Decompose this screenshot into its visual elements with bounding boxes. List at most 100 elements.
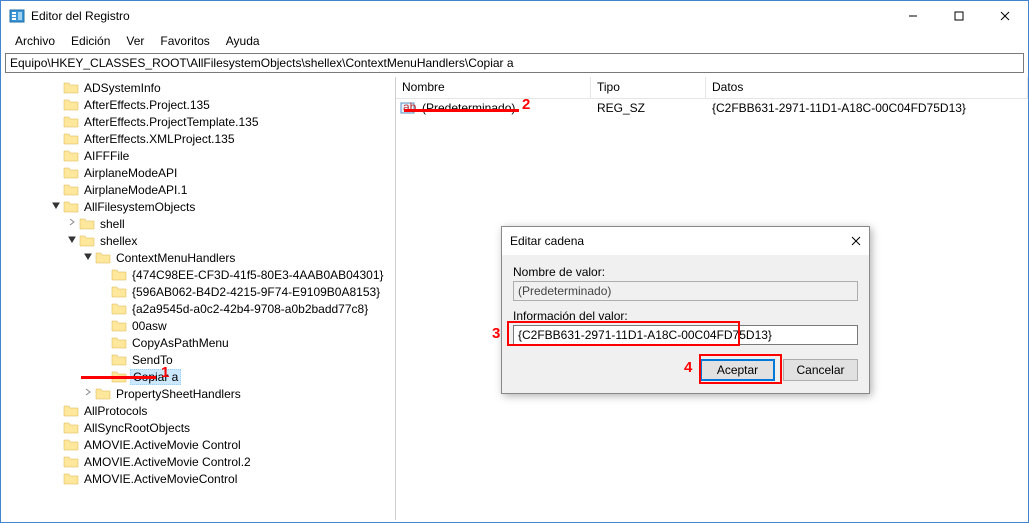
- tree-label: {474C98EE-CF3D-41f5-80E3-4AAB0AB04301}: [130, 268, 386, 282]
- folder-icon: [63, 404, 79, 418]
- dialog-title: Editar cadena: [510, 234, 831, 248]
- tree-item[interactable]: AfterEffects.ProjectTemplate.135: [1, 113, 395, 130]
- svg-text:ab: ab: [403, 101, 416, 114]
- close-button[interactable]: [982, 1, 1028, 31]
- value-name-label: Nombre de valor:: [513, 265, 858, 279]
- expand-icon[interactable]: [81, 387, 95, 400]
- folder-icon: [111, 268, 127, 282]
- annotation-box-4: [699, 354, 782, 384]
- value-name-field: [513, 281, 858, 301]
- tree-label: AllSyncRootObjects: [82, 421, 192, 435]
- tree-item[interactable]: PropertySheetHandlers: [1, 385, 395, 402]
- tree-label: AIFFFile: [82, 149, 131, 163]
- folder-icon: [79, 217, 95, 231]
- folder-icon: [111, 319, 127, 333]
- annotation-underline-1: [81, 376, 156, 379]
- tree-item[interactable]: shell: [1, 215, 395, 232]
- expand-icon[interactable]: [65, 217, 79, 230]
- tree-label: AfterEffects.Project.135: [82, 98, 212, 112]
- dialog-close-icon[interactable]: [831, 233, 861, 249]
- cancel-button[interactable]: Cancelar: [783, 359, 858, 381]
- tree-item[interactable]: {596AB062-B4D2-4215-9F74-E9109B0A8153}: [1, 283, 395, 300]
- tree-label: shellex: [98, 234, 139, 248]
- tree-item[interactable]: AfterEffects.Project.135: [1, 96, 395, 113]
- col-name[interactable]: Nombre: [396, 77, 591, 98]
- tree-label: AllProtocols: [82, 404, 149, 418]
- tree-label: {596AB062-B4D2-4215-9F74-E9109B0A8153}: [130, 285, 382, 299]
- folder-icon: [63, 81, 79, 95]
- folder-icon: [111, 285, 127, 299]
- tree-label: CopyAsPathMenu: [130, 336, 231, 350]
- folder-icon: [79, 234, 95, 248]
- tree-item[interactable]: AllProtocols: [1, 402, 395, 419]
- expand-icon[interactable]: [49, 200, 63, 213]
- tree-item[interactable]: SendTo: [1, 351, 395, 368]
- col-type[interactable]: Tipo: [591, 77, 706, 98]
- minimize-button[interactable]: [890, 1, 936, 31]
- annotation-underline-2: [404, 109, 519, 112]
- tree-label: ADSystemInfo: [82, 81, 163, 95]
- folder-icon: [63, 438, 79, 452]
- annotation-1: 1: [161, 364, 169, 381]
- tree-label: AMOVIE.ActiveMovie Control: [82, 438, 243, 452]
- tree-item[interactable]: AMOVIE.ActiveMovie Control.2: [1, 453, 395, 470]
- col-data[interactable]: Datos: [706, 77, 1028, 98]
- folder-icon: [63, 149, 79, 163]
- folder-icon: [95, 251, 111, 265]
- tree-label: PropertySheetHandlers: [114, 387, 243, 401]
- regedit-icon: [9, 8, 25, 24]
- tree-item[interactable]: ContextMenuHandlers: [1, 249, 395, 266]
- tree-item[interactable]: AfterEffects.XMLProject.135: [1, 130, 395, 147]
- tree-item[interactable]: {a2a9545d-a0c2-42b4-9708-a0b2badd77c8}: [1, 300, 395, 317]
- tree-item[interactable]: AirplaneModeAPI: [1, 164, 395, 181]
- tree-label: 00asw: [130, 319, 169, 333]
- folder-icon: [63, 183, 79, 197]
- tree-item[interactable]: AllFilesystemObjects: [1, 198, 395, 215]
- expand-icon[interactable]: [65, 234, 79, 247]
- address-bar[interactable]: Equipo\HKEY_CLASSES_ROOT\AllFilesystemOb…: [5, 53, 1024, 73]
- tree-label: AfterEffects.XMLProject.135: [82, 132, 237, 146]
- annotation-box-3: [507, 321, 740, 346]
- window-title: Editor del Registro: [31, 9, 890, 23]
- tree-item[interactable]: CopyAsPathMenu: [1, 334, 395, 351]
- tree-item[interactable]: AIFFFile: [1, 147, 395, 164]
- menu-ver[interactable]: Ver: [118, 32, 152, 50]
- annotation-2: 2: [522, 96, 530, 113]
- tree-item[interactable]: ADSystemInfo: [1, 79, 395, 96]
- titlebar: Editor del Registro: [1, 1, 1028, 31]
- menu-ayuda[interactable]: Ayuda: [218, 32, 268, 50]
- tree-label: {a2a9545d-a0c2-42b4-9708-a0b2badd77c8}: [130, 302, 370, 316]
- tree-item[interactable]: AMOVIE.ActiveMovieControl: [1, 470, 395, 487]
- tree-item[interactable]: {474C98EE-CF3D-41f5-80E3-4AAB0AB04301}: [1, 266, 395, 283]
- menubar: Archivo Edición Ver Favoritos Ayuda: [1, 31, 1028, 51]
- maximize-button[interactable]: [936, 1, 982, 31]
- folder-icon: [111, 302, 127, 316]
- tree-item[interactable]: AMOVIE.ActiveMovie Control: [1, 436, 395, 453]
- menu-favoritos[interactable]: Favoritos: [152, 32, 217, 50]
- tree-pane[interactable]: ADSystemInfo AfterEffects.Project.135 Afte…: [1, 77, 396, 520]
- tree-label: AirplaneModeAPI: [82, 166, 179, 180]
- tree-label: AMOVIE.ActiveMovieControl: [82, 472, 239, 486]
- row-name: (Predeterminado): [416, 101, 591, 115]
- annotation-4: 4: [684, 359, 692, 376]
- folder-icon: [63, 115, 79, 129]
- folder-icon: [63, 200, 79, 214]
- list-row[interactable]: ab (Predeterminado) REG_SZ {C2FBB631-297…: [396, 99, 1028, 117]
- tree-label: AfterEffects.ProjectTemplate.135: [82, 115, 261, 129]
- tree-item[interactable]: Copiar a: [1, 368, 395, 385]
- row-type: REG_SZ: [591, 101, 706, 115]
- tree-item[interactable]: 00asw: [1, 317, 395, 334]
- menu-archivo[interactable]: Archivo: [7, 32, 63, 50]
- tree-item[interactable]: AllSyncRootObjects: [1, 419, 395, 436]
- menu-edicion[interactable]: Edición: [63, 32, 118, 50]
- tree-item[interactable]: shellex: [1, 232, 395, 249]
- folder-icon: [63, 472, 79, 486]
- tree-label: AMOVIE.ActiveMovie Control.2: [82, 455, 253, 469]
- folder-icon: [111, 353, 127, 367]
- folder-icon: [95, 387, 111, 401]
- row-data: {C2FBB631-2971-11D1-A18C-00C04FD75D13}: [706, 101, 1028, 115]
- tree-item[interactable]: AirplaneModeAPI.1: [1, 181, 395, 198]
- tree-label: AirplaneModeAPI.1: [82, 183, 189, 197]
- expand-icon[interactable]: [81, 251, 95, 264]
- folder-icon: [63, 421, 79, 435]
